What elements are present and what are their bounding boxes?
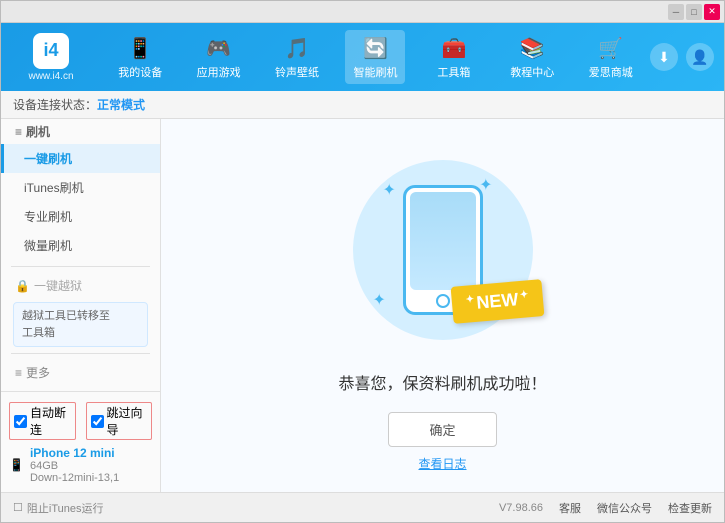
jailbreak-note-line2: 工具箱 — [22, 327, 55, 339]
device-row: 📱 iPhone 12 mini 64GB Down-12mini-13,1 — [9, 444, 152, 486]
main-window: ─ □ ✕ i4 www.i4.cn 📱 我的设备 🎮 应用游戏 🎵 铃声壁纸 — [0, 0, 725, 523]
apps-label: 应用游戏 — [197, 64, 241, 80]
logo-url: www.i4.cn — [28, 71, 73, 82]
sparkle-3: ✦ — [373, 290, 386, 310]
one-click-label: 一键刷机 — [24, 152, 72, 166]
more-icon: ≡ — [15, 366, 22, 380]
stop-itunes-label: 阻止iTunes运行 — [27, 500, 104, 516]
ringtones-icon: 🎵 — [283, 34, 311, 62]
stop-itunes[interactable]: ☐ 阻止iTunes运行 — [13, 500, 103, 516]
auto-disconnect-label: 自动断连 — [30, 404, 71, 438]
confirm-button[interactable]: 确定 — [388, 412, 496, 447]
maximize-button[interactable]: □ — [686, 4, 702, 20]
micro-label: 微量刷机 — [24, 239, 72, 253]
account-button[interactable]: 👤 — [686, 43, 714, 71]
nav-my-device[interactable]: 📱 我的设备 — [110, 30, 170, 84]
sidebar-divider-2 — [11, 353, 150, 354]
device-icon: 📱 — [9, 458, 24, 472]
close-button[interactable]: ✕ — [704, 4, 720, 20]
wechat-link[interactable]: 微信公众号 — [597, 500, 652, 516]
left-panel: ≡ 刷机 一键刷机 iTunes刷机 专业刷机 微量刷机 🔒 — [1, 119, 161, 492]
new-ribbon: NEW — [450, 279, 544, 324]
nav-items: 📱 我的设备 🎮 应用游戏 🎵 铃声壁纸 🔄 智能刷机 🧰 工具箱 📚 — [101, 30, 650, 84]
nav-toolbox[interactable]: 🧰 工具箱 — [424, 30, 484, 84]
skip-wizard-input[interactable] — [91, 415, 104, 428]
footer: ☐ 阻止iTunes运行 V7.98.66 客服 微信公众号 检查更新 — [1, 492, 724, 522]
toolbox-icon: 🧰 — [440, 34, 468, 62]
logo[interactable]: i4 www.i4.cn — [11, 33, 91, 82]
ringtones-label: 铃声壁纸 — [275, 64, 319, 80]
skip-wizard-label: 跳过向导 — [107, 404, 148, 438]
auto-disconnect-checkbox[interactable]: 自动断连 — [9, 402, 76, 440]
version-label: V7.98.66 — [499, 502, 543, 514]
skip-wizard-checkbox[interactable]: 跳过向导 — [86, 402, 153, 440]
sidebar-jailbreak-note: 越狱工具已转移至 工具箱 — [13, 302, 148, 347]
phone-screen — [410, 192, 476, 290]
more-label: 更多 — [26, 364, 50, 381]
toolbox-label: 工具箱 — [437, 64, 470, 80]
footer-right: V7.98.66 客服 微信公众号 检查更新 — [499, 500, 712, 516]
stop-itunes-icon: ☐ — [13, 501, 23, 514]
jailbreak-note-line1: 越狱工具已转移至 — [22, 310, 110, 322]
store-icon: 🛒 — [597, 34, 625, 62]
sidebar-item-itunes[interactable]: iTunes刷机 — [1, 173, 160, 202]
success-illustration: ✦ ✦ ✦ NEW — [333, 140, 553, 360]
sidebar-jailbreak-label: 🔒 一键越狱 — [1, 273, 160, 298]
device-storage: 64GB — [30, 460, 119, 472]
sidebar-main: ≡ 刷机 一键刷机 iTunes刷机 专业刷机 微量刷机 🔒 — [1, 119, 160, 391]
device-name: iPhone 12 mini — [30, 446, 119, 460]
logo-text: i4 — [43, 40, 58, 61]
pro-label: 专业刷机 — [24, 210, 72, 224]
status-value: 正常模式 — [97, 96, 145, 113]
flash-section-icon: ≡ — [15, 125, 22, 139]
nav-ringtones[interactable]: 🎵 铃声壁纸 — [267, 30, 327, 84]
tutorials-icon: 📚 — [518, 34, 546, 62]
phone-home-button — [436, 294, 450, 308]
auto-disconnect-input[interactable] — [14, 415, 27, 428]
sidebar-more-title: ≡ 更多 — [1, 360, 160, 385]
lock-icon: 🔒 — [15, 279, 30, 293]
nav-store[interactable]: 🛒 爱思商城 — [581, 30, 641, 84]
minimize-button[interactable]: ─ — [668, 4, 684, 20]
sidebar-flash-section: ≡ 刷机 — [1, 119, 160, 144]
update-link[interactable]: 检查更新 — [668, 500, 712, 516]
checkbox-row: 自动断连 跳过向导 — [9, 398, 152, 444]
status-label: 设备连接状态： — [13, 96, 97, 113]
store-label: 爱思商城 — [589, 64, 633, 80]
sidebar-divider-1 — [11, 266, 150, 267]
my-device-label: 我的设备 — [118, 64, 162, 80]
service-link[interactable]: 客服 — [559, 500, 581, 516]
smart-flash-label: 智能刷机 — [353, 64, 397, 80]
sparkle-1: ✦ — [383, 180, 396, 200]
itunes-label: iTunes刷机 — [24, 181, 84, 195]
view-log-link[interactable]: 查看日志 — [418, 455, 466, 472]
device-model: Down-12mini-13,1 — [30, 472, 119, 484]
phone-background: ✦ ✦ ✦ NEW — [353, 160, 533, 340]
sidebar-item-micro[interactable]: 微量刷机 — [1, 231, 160, 260]
success-text: 恭喜您，保资料刷机成功啦！ — [338, 370, 546, 394]
smart-flash-icon: 🔄 — [361, 34, 389, 62]
sidebar-item-one-click[interactable]: 一键刷机 — [1, 144, 160, 173]
titlebar: ─ □ ✕ — [1, 1, 724, 23]
logo-icon: i4 — [33, 33, 69, 69]
device-info: iPhone 12 mini 64GB Down-12mini-13,1 — [30, 446, 119, 484]
nav-apps-games[interactable]: 🎮 应用游戏 — [189, 30, 249, 84]
flash-section-label: 刷机 — [26, 123, 50, 140]
apps-icon: 🎮 — [205, 34, 233, 62]
header: i4 www.i4.cn 📱 我的设备 🎮 应用游戏 🎵 铃声壁纸 🔄 智能刷机 — [1, 23, 724, 91]
header-right: ⬇ 👤 — [650, 43, 714, 71]
content-area: ✦ ✦ ✦ NEW 恭喜您，保资料刷机成功啦！ 确定 查看日志 — [161, 119, 724, 492]
body-area: ≡ 刷机 一键刷机 iTunes刷机 专业刷机 微量刷机 🔒 — [1, 119, 724, 492]
nav-tutorials[interactable]: 📚 教程中心 — [502, 30, 562, 84]
sidebar-item-pro[interactable]: 专业刷机 — [1, 202, 160, 231]
left-panel-footer: 自动断连 跳过向导 📱 iPhone 12 mini 64GB Down-12m… — [1, 391, 160, 492]
status-bar: 设备连接状态： 正常模式 — [1, 91, 724, 119]
download-button[interactable]: ⬇ — [650, 43, 678, 71]
jailbreak-text: 一键越狱 — [34, 277, 82, 294]
nav-smart-flash[interactable]: 🔄 智能刷机 — [345, 30, 405, 84]
tutorials-label: 教程中心 — [510, 64, 554, 80]
my-device-icon: 📱 — [126, 34, 154, 62]
